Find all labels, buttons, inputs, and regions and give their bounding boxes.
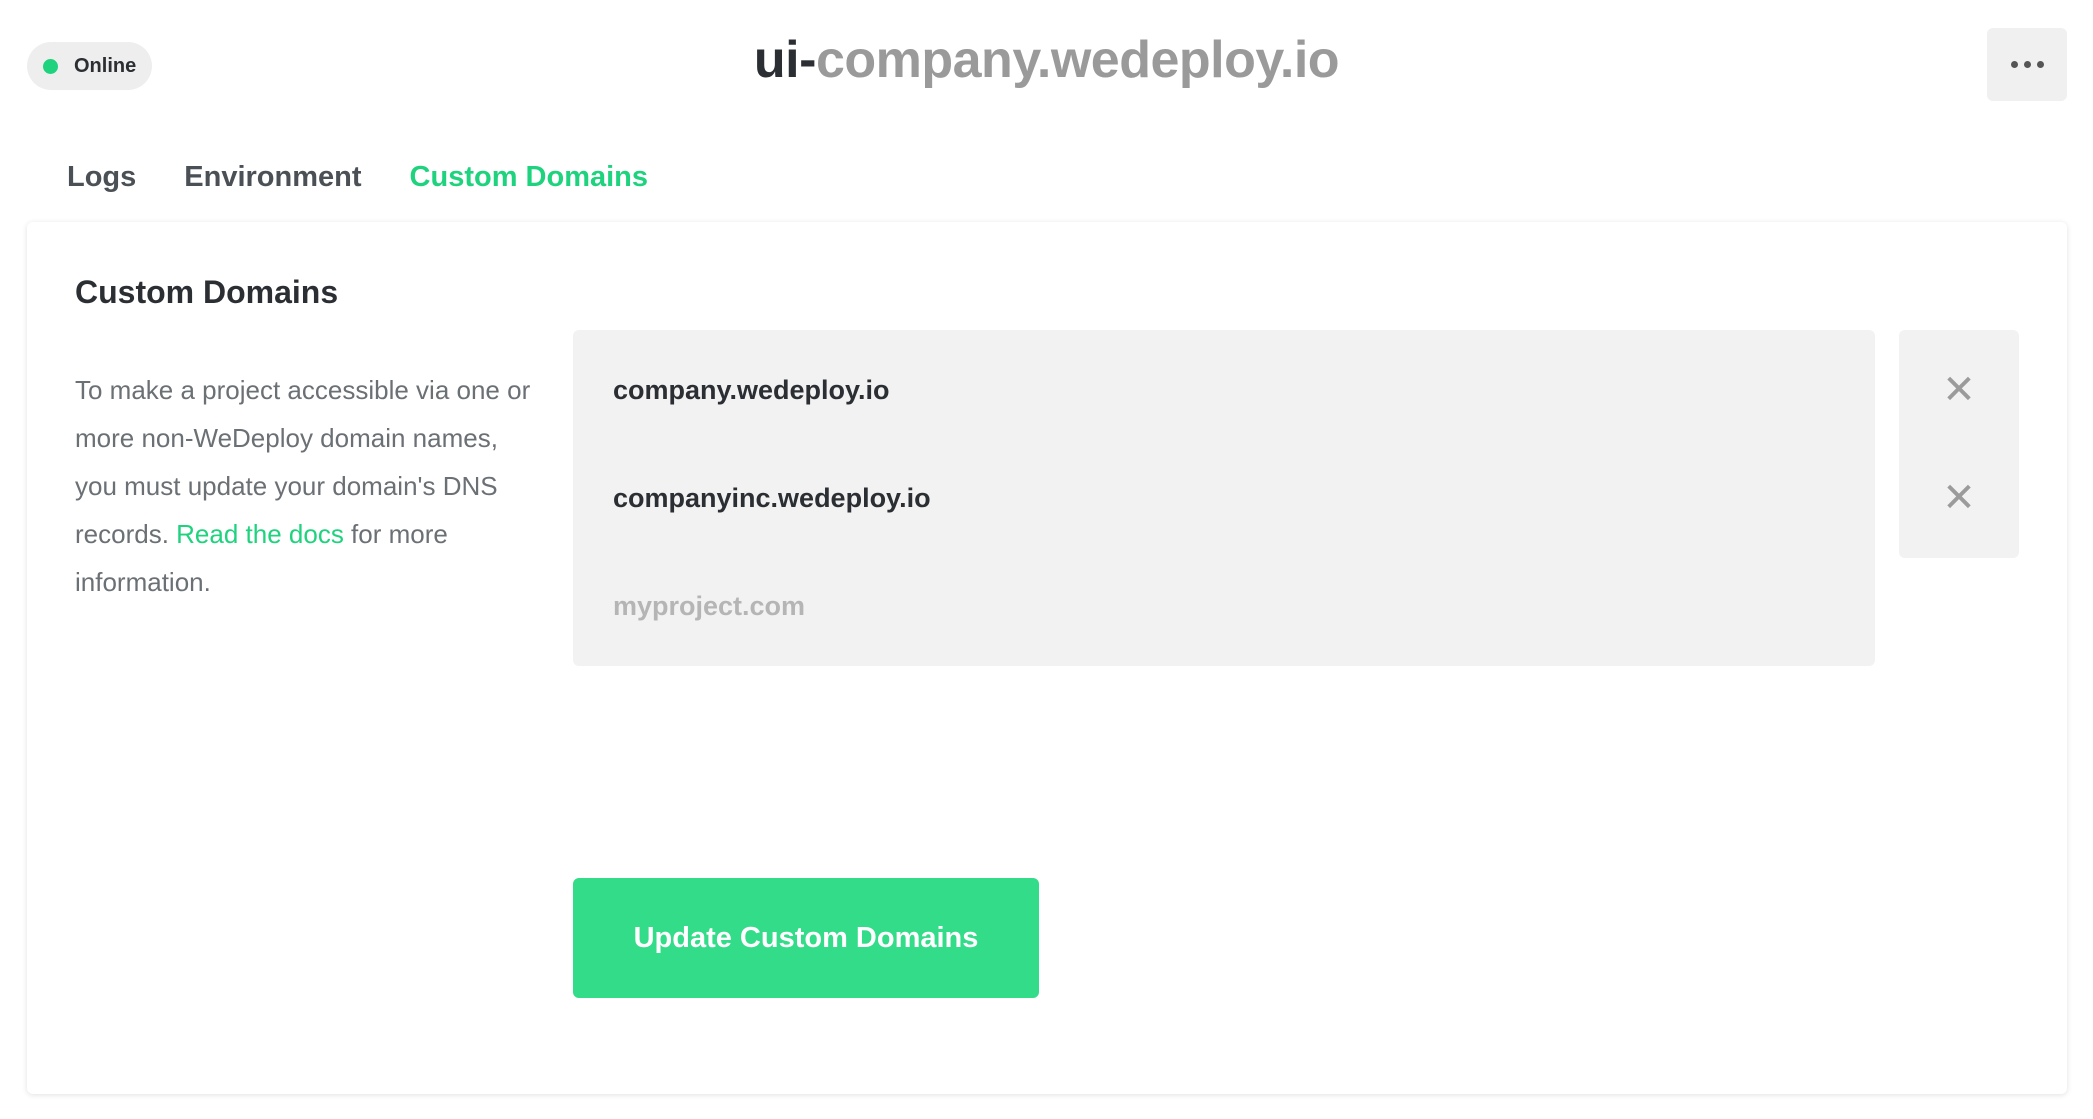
- title-host: company.wedeploy.io: [815, 31, 1340, 89]
- close-icon: ✕: [1942, 476, 1976, 520]
- close-icon: ✕: [1942, 368, 1976, 412]
- page-title: ui-company.wedeploy.io: [0, 30, 2093, 90]
- read-docs-link[interactable]: Read the docs: [176, 519, 344, 549]
- tab-custom-domains[interactable]: Custom Domains: [410, 161, 648, 194]
- more-options-button[interactable]: [1987, 28, 2067, 101]
- tab-bar: Logs Environment Custom Domains: [67, 152, 648, 202]
- title-prefix: ui-: [753, 31, 817, 89]
- domain-input[interactable]: [573, 438, 1875, 558]
- new-domain-row: [573, 546, 1875, 666]
- tab-logs[interactable]: Logs: [67, 161, 136, 194]
- domain-row: ✕: [573, 330, 2019, 450]
- update-custom-domains-button[interactable]: Update Custom Domains: [573, 878, 1039, 998]
- domain-row: ✕: [573, 438, 2019, 558]
- tab-environment[interactable]: Environment: [184, 161, 361, 194]
- new-domain-input[interactable]: [573, 546, 1875, 666]
- remove-domain-button[interactable]: ✕: [1899, 330, 2019, 450]
- more-horizontal-icon: [2036, 61, 2044, 68]
- top-bar: Online ui-company.wedeploy.io: [0, 0, 2093, 130]
- domain-input[interactable]: [573, 330, 1875, 450]
- more-horizontal-icon: [2023, 61, 2031, 68]
- remove-domain-button[interactable]: ✕: [1899, 438, 2019, 558]
- section-description: To make a project accessible via one or …: [75, 366, 545, 606]
- more-horizontal-icon: [2010, 61, 2018, 68]
- section-title: Custom Domains: [75, 274, 339, 310]
- custom-domains-card: Custom Domains To make a project accessi…: [27, 222, 2067, 1094]
